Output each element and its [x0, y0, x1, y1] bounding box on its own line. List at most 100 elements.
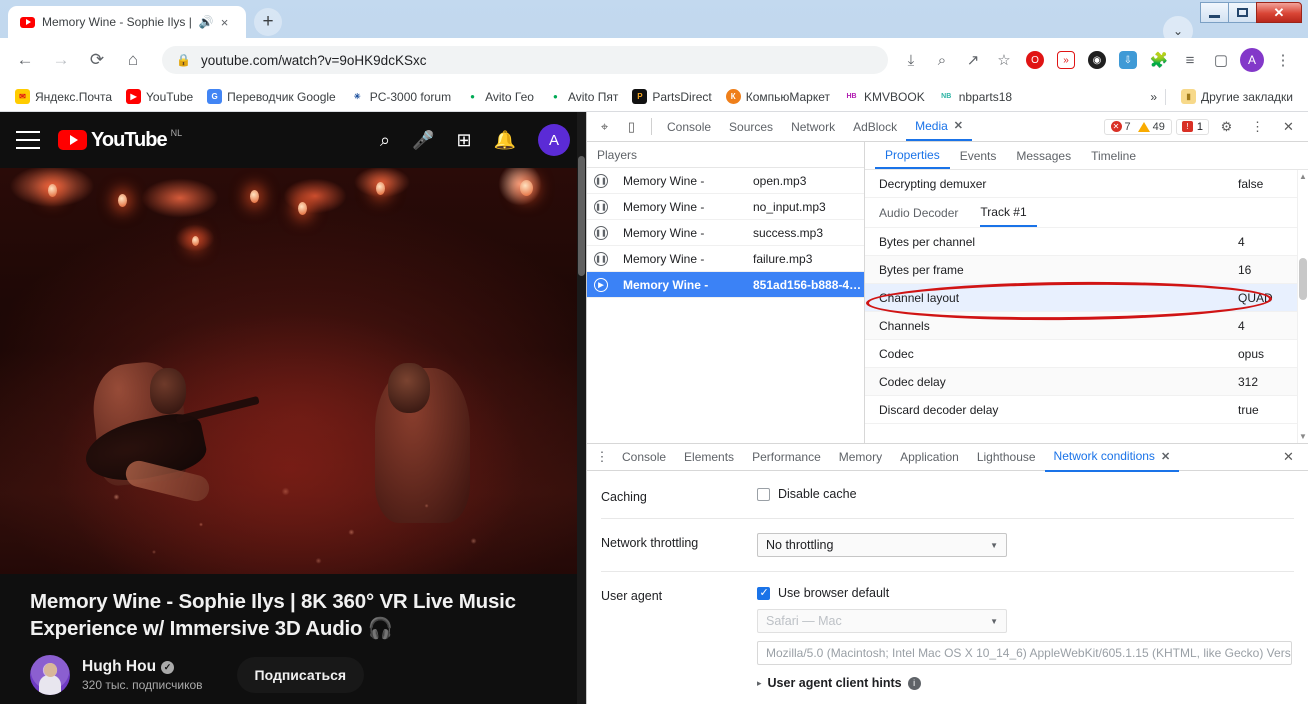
drawer-tab-application[interactable]: Application — [891, 443, 968, 472]
maximize-button[interactable] — [1228, 2, 1257, 23]
drawer-menu-icon[interactable]: ⋮ — [591, 449, 613, 465]
tab-console[interactable]: Console — [658, 112, 720, 141]
install-app-icon[interactable]: ⤓ — [896, 45, 926, 75]
extensions-puzzle-icon[interactable]: 🧩 — [1144, 45, 1174, 75]
drawer-tab-console[interactable]: Console — [613, 443, 675, 472]
channel-name-row[interactable]: Hugh Hou ✓ — [82, 658, 203, 676]
bookmark-compumarket[interactable]: К КомпьюМаркет — [719, 86, 837, 107]
tab-adblock[interactable]: AdBlock — [844, 112, 906, 141]
network-throttling-select[interactable]: No throttling ▼ — [757, 533, 1007, 557]
bookmark-avito-pyat[interactable]: ● Avito Пят — [541, 86, 625, 107]
address-bar[interactable]: 🔒 youtube.com/watch?v=9oHK9dcKSxc — [162, 46, 888, 74]
properties-scrollbar-thumb[interactable] — [1299, 258, 1307, 300]
microphone-icon[interactable]: 🎤 — [412, 130, 434, 151]
devtools-toolbar-right: ✕ 7 49 ! 1 ⚙ ⋮ ✕ — [1103, 114, 1308, 140]
subtab-track-1[interactable]: Track #1 — [980, 198, 1037, 227]
hamburger-icon[interactable] — [16, 131, 40, 149]
avatar[interactable]: A — [1237, 45, 1267, 75]
downloader-extension-icon[interactable]: ⇩ — [1113, 45, 1143, 75]
table-row-selected[interactable]: ▶ Memory Wine - 851ad156-b888-4e7… — [587, 272, 864, 298]
scroll-down-icon[interactable]: ▼ — [1298, 430, 1308, 443]
bookmark-google-translate[interactable]: G Переводчик Google — [200, 86, 343, 107]
avatar[interactable]: A — [538, 124, 570, 156]
opera-extension-icon[interactable]: O — [1020, 45, 1050, 75]
tab-media[interactable]: Media ✕ — [906, 112, 973, 141]
fast-forward-extension-icon[interactable]: » — [1051, 45, 1081, 75]
gear-icon[interactable]: ⚙ — [1213, 114, 1240, 140]
sidepanel-icon[interactable]: ▢ — [1206, 45, 1236, 75]
close-icon[interactable]: × — [221, 16, 229, 29]
close-icon[interactable]: ✕ — [1275, 114, 1302, 140]
issues-counter[interactable]: ! 1 — [1175, 118, 1209, 135]
device-toolbar-icon[interactable]: ▯ — [618, 114, 645, 140]
table-row[interactable]: ❚❚ Memory Wine - open.mp3 — [587, 168, 864, 194]
bookmark-yandex-mail[interactable]: ✉ Яндекс.Почта — [8, 86, 119, 107]
close-button[interactable]: ✕ — [1256, 2, 1302, 23]
use-browser-default-row[interactable]: Use browser default — [757, 586, 1294, 600]
drawer-tab-lighthouse[interactable]: Lighthouse — [968, 443, 1045, 472]
bookmark-kmvbook[interactable]: НВ KMVBOOK — [837, 86, 932, 107]
bell-icon[interactable]: 🔔 — [494, 130, 516, 151]
table-row[interactable]: ❚❚ Memory Wine - failure.mp3 — [587, 246, 864, 272]
youtube-logo[interactable]: YouTube NL — [58, 128, 182, 150]
bookmark-partsdirect[interactable]: P PartsDirect — [625, 86, 718, 107]
dark-reader-extension-icon[interactable]: ◉ — [1082, 45, 1112, 75]
share-icon[interactable]: ↗ — [958, 45, 988, 75]
browser-menu-icon[interactable]: ⋮ — [1268, 45, 1298, 75]
user-agent-preset-select[interactable]: Safari — Mac ▼ — [757, 609, 1007, 633]
property-key: Channel layout — [879, 290, 960, 305]
drawer-tab-network-conditions[interactable]: Network conditions ✕ — [1044, 443, 1180, 472]
video-player[interactable] — [0, 168, 586, 574]
properties-scrollbar[interactable]: ▲ ▼ — [1297, 170, 1308, 443]
drawer-tab-performance[interactable]: Performance — [743, 443, 830, 472]
page-scrollbar[interactable] — [577, 112, 586, 704]
scroll-up-icon[interactable]: ▲ — [1298, 170, 1308, 183]
user-agent-string-input[interactable]: Mozilla/5.0 (Macintosh; Intel Mac OS X 1… — [757, 641, 1292, 665]
subscribe-button[interactable]: Подписаться — [236, 657, 365, 694]
use-browser-default-checkbox[interactable] — [757, 586, 770, 600]
tab-messages[interactable]: Messages — [1006, 142, 1081, 169]
bookmark-other-folder[interactable]: ▮ Другие закладки — [1174, 86, 1300, 107]
page-scrollbar-thumb[interactable] — [578, 156, 585, 276]
new-tab-button[interactable]: + — [254, 8, 282, 36]
search-icon[interactable]: ⌕ — [380, 130, 390, 151]
forward-button[interactable]: → — [46, 45, 76, 75]
minimize-button[interactable] — [1200, 2, 1229, 23]
playlist-extension-icon[interactable]: ≡ — [1175, 45, 1205, 75]
more-options-icon[interactable]: ⋮ — [1244, 114, 1271, 140]
speaker-icon[interactable]: 🔊 — [199, 15, 214, 29]
tab-events[interactable]: Events — [950, 142, 1007, 169]
bookmark-star-icon[interactable]: ☆ — [989, 45, 1019, 75]
table-row[interactable]: ❚❚ Memory Wine - no_input.mp3 — [587, 194, 864, 220]
user-agent-client-hints-toggle[interactable]: ▸ User agent client hints i — [757, 676, 1294, 690]
reload-button[interactable]: ⟳ — [82, 45, 112, 75]
zoom-icon[interactable]: ⌕ — [927, 45, 957, 75]
close-icon[interactable]: ✕ — [1161, 450, 1170, 463]
back-button[interactable]: ← — [10, 45, 40, 75]
bookmark-nbparts18[interactable]: NB nbparts18 — [932, 86, 1019, 107]
disable-cache-checkbox-row[interactable]: Disable cache — [757, 487, 1294, 501]
tab-sources[interactable]: Sources — [720, 112, 782, 141]
bookmark-avito-geo[interactable]: ● Avito Гео — [458, 86, 541, 107]
home-button[interactable]: ⌂ — [118, 45, 148, 75]
inspect-element-icon[interactable]: ⌖ — [591, 114, 618, 140]
drawer-tab-memory[interactable]: Memory — [830, 443, 891, 472]
subtab-audio-decoder[interactable]: Audio Decoder — [879, 198, 968, 227]
close-icon[interactable]: ✕ — [954, 119, 963, 132]
property-row: Bytes per channel 4 — [865, 228, 1308, 256]
drawer-close-icon[interactable]: ✕ — [1275, 444, 1302, 470]
avatar[interactable] — [30, 655, 70, 696]
tab-properties[interactable]: Properties — [875, 142, 950, 169]
tab-timeline[interactable]: Timeline — [1081, 142, 1146, 169]
caching-row: Caching Disable cache — [601, 487, 1294, 504]
browser-tab[interactable]: Memory Wine - Sophie Ilys | 🔊 × — [8, 6, 246, 38]
drawer-tab-elements[interactable]: Elements — [675, 443, 743, 472]
bookmarks-overflow-button[interactable]: » — [1150, 90, 1157, 104]
table-row[interactable]: ❚❚ Memory Wine - success.mp3 — [587, 220, 864, 246]
bookmark-pc3000[interactable]: ✳ PC-3000 forum — [343, 86, 458, 107]
tab-network[interactable]: Network — [782, 112, 844, 141]
create-video-icon[interactable]: ⊞ — [456, 130, 471, 151]
disable-cache-checkbox[interactable] — [757, 487, 770, 501]
bookmark-youtube[interactable]: ▶ YouTube — [119, 86, 200, 107]
console-counters[interactable]: ✕ 7 49 — [1103, 118, 1172, 135]
